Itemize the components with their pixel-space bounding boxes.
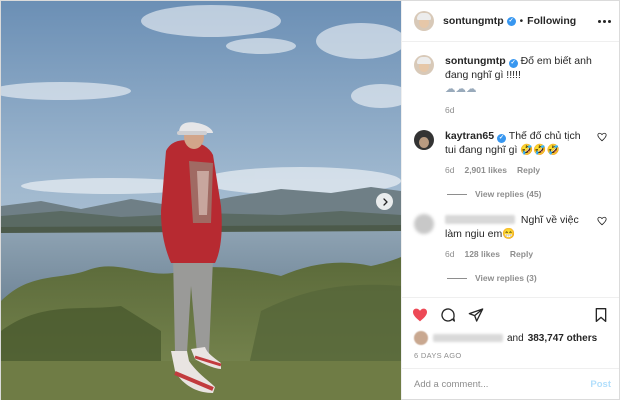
liker-username-blurred[interactable] bbox=[433, 334, 503, 342]
commenter-avatar[interactable] bbox=[414, 130, 434, 150]
replies-line bbox=[447, 277, 467, 279]
view-replies-button[interactable]: View replies (3) bbox=[447, 273, 607, 283]
comment-time[interactable]: 6d bbox=[445, 165, 454, 175]
comment-likes[interactable]: 2,901 likes bbox=[464, 165, 507, 175]
view-replies-label: View replies (3) bbox=[475, 273, 537, 283]
post-time-ago[interactable]: 6 DAYS AGO bbox=[412, 351, 609, 360]
instagram-post: sontungmtp ✓ • Following sontungmtp ✓ Đố … bbox=[0, 0, 620, 400]
view-replies-button[interactable]: View replies (45) bbox=[447, 189, 607, 199]
author-avatar[interactable] bbox=[414, 11, 434, 31]
add-comment-bar: Post bbox=[402, 368, 619, 399]
verified-badge-icon: ✓ bbox=[508, 59, 518, 68]
commenter-username-blurred[interactable] bbox=[445, 215, 515, 224]
add-comment-input[interactable] bbox=[414, 378, 591, 390]
following-button[interactable]: Following bbox=[527, 15, 576, 27]
caption-time[interactable]: 6d bbox=[445, 105, 454, 115]
caption: sontungmtp ✓ Đố em biết anh đang nghĩ gì … bbox=[414, 54, 607, 115]
comment-item: kaytran65 ✓ Thế đố chủ tịch tui đang nghĩ… bbox=[414, 129, 607, 175]
caption-avatar[interactable] bbox=[414, 55, 434, 75]
share-icon[interactable] bbox=[468, 307, 484, 323]
view-replies-label: View replies (45) bbox=[475, 189, 542, 199]
post-image bbox=[1, 1, 401, 400]
caption-username[interactable]: sontungmtp bbox=[445, 55, 506, 67]
likes-count[interactable]: 383,747 others bbox=[528, 333, 598, 344]
verified-badge-icon: ✓ bbox=[506, 16, 516, 26]
comments-section: sontungmtp ✓ Đố em biết anh đang nghĩ gì … bbox=[402, 42, 619, 297]
comment-like-heart-icon[interactable] bbox=[597, 216, 607, 226]
likes-and-label: and bbox=[507, 332, 524, 344]
caption-emoji: ☁☁☁ bbox=[445, 83, 477, 95]
heart-icon[interactable] bbox=[412, 307, 428, 323]
more-options-icon[interactable] bbox=[598, 19, 611, 23]
reply-button[interactable]: Reply bbox=[510, 249, 533, 259]
post-comment-button[interactable]: Post bbox=[590, 379, 611, 390]
comment-icon[interactable] bbox=[440, 307, 456, 323]
next-photo-button[interactable] bbox=[376, 193, 393, 210]
commenter-username[interactable]: kaytran65 bbox=[445, 130, 494, 142]
header-separator: • bbox=[519, 15, 524, 27]
commenter-avatar[interactable] bbox=[414, 214, 434, 234]
likes-summary[interactable]: and 383,747 others bbox=[412, 331, 609, 345]
post-photo[interactable] bbox=[1, 1, 401, 400]
comment-like-heart-icon[interactable] bbox=[597, 132, 607, 142]
next-arrow-icon bbox=[382, 197, 388, 206]
comment-item: Nghĩ về việc làm ngiu em😁 6d 128 likes R… bbox=[414, 213, 607, 259]
liker-avatar bbox=[414, 331, 428, 345]
post-header: sontungmtp ✓ • Following bbox=[402, 1, 619, 42]
comment-likes[interactable]: 128 likes bbox=[464, 249, 499, 259]
post-actions: and 383,747 others 6 DAYS AGO bbox=[402, 297, 619, 360]
verified-badge-icon: ✓ bbox=[497, 134, 507, 143]
comment-time[interactable]: 6d bbox=[445, 249, 454, 259]
reply-button[interactable]: Reply bbox=[517, 165, 540, 175]
post-side-panel: sontungmtp ✓ • Following sontungmtp ✓ Đố … bbox=[401, 1, 619, 399]
replies-line bbox=[447, 193, 467, 195]
bookmark-icon[interactable] bbox=[593, 307, 609, 323]
author-username[interactable]: sontungmtp bbox=[443, 15, 504, 27]
